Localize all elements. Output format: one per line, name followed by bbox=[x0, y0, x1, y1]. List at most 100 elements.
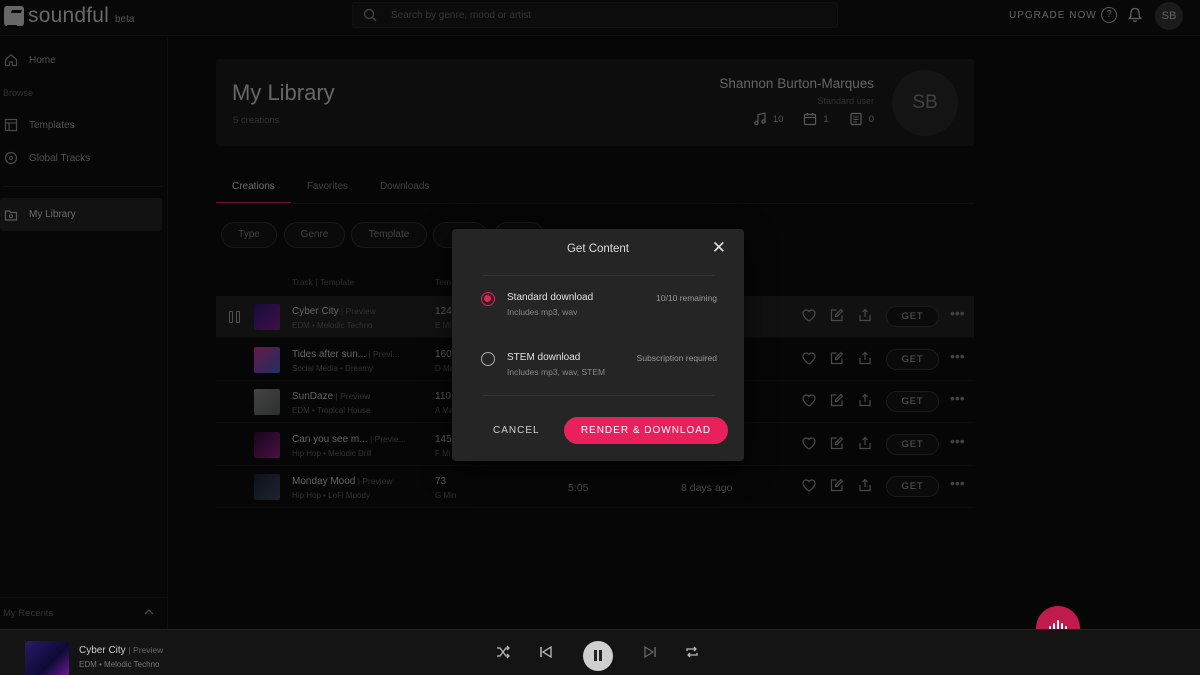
track-artwork bbox=[254, 389, 280, 415]
user-avatar[interactable]: SB bbox=[1155, 2, 1183, 30]
more-options-icon[interactable]: ••• bbox=[950, 434, 965, 448]
get-content-dialog: Get Content ✕ Standard download Includes… bbox=[452, 229, 744, 461]
more-options-icon[interactable]: ••• bbox=[950, 306, 965, 320]
track-meta: EDM • Melodic Techno bbox=[292, 321, 373, 330]
heart-icon[interactable] bbox=[802, 393, 816, 412]
radio-stem-download[interactable] bbox=[481, 352, 495, 366]
user-stats: 10 1 0 bbox=[753, 112, 874, 126]
track-key: A Ma bbox=[435, 406, 454, 415]
pause-icon[interactable] bbox=[229, 311, 240, 323]
get-button[interactable]: GET bbox=[886, 434, 939, 455]
library-icon bbox=[4, 209, 18, 221]
disc-icon bbox=[4, 151, 18, 165]
preview-label: Preview bbox=[345, 306, 376, 316]
track-title[interactable]: SunDaze | Preview bbox=[292, 391, 370, 402]
get-button[interactable]: GET bbox=[886, 349, 939, 370]
heart-icon[interactable] bbox=[802, 436, 816, 455]
option-title: Standard download bbox=[507, 292, 594, 303]
heart-icon[interactable] bbox=[802, 351, 816, 370]
sidebar: Home Browse Templates Global Tracks My L… bbox=[0, 37, 168, 629]
repeat-icon[interactable] bbox=[684, 644, 700, 660]
edit-icon[interactable] bbox=[830, 351, 844, 370]
track-key: F Mi bbox=[435, 449, 451, 458]
track-key: E Mi bbox=[435, 321, 451, 330]
get-button[interactable]: GET bbox=[886, 391, 939, 412]
library-tabs: Creations Favorites Downloads bbox=[216, 170, 445, 204]
row-actions bbox=[802, 351, 872, 370]
track-title[interactable]: Monday Mood | Preview bbox=[292, 476, 393, 487]
share-icon[interactable] bbox=[858, 478, 872, 497]
sidebar-item-label: Templates bbox=[29, 119, 75, 131]
filter-template[interactable]: Template bbox=[351, 222, 427, 248]
upgrade-now-link[interactable]: UPGRADE NOW bbox=[1009, 10, 1097, 21]
table-row[interactable]: Monday Mood | Preview Hip Hop • LoFi Mood… bbox=[216, 466, 974, 508]
share-icon[interactable] bbox=[858, 351, 872, 370]
logo[interactable]: soundful beta bbox=[4, 4, 134, 28]
tab-creations[interactable]: Creations bbox=[216, 170, 291, 204]
option-subtitle: Includes mp3, wav bbox=[507, 307, 578, 317]
edit-icon[interactable] bbox=[830, 393, 844, 412]
row-actions bbox=[802, 436, 872, 455]
track-tempo: 160 bbox=[435, 349, 452, 360]
track-meta: Hip Hop • LoFi Moody bbox=[292, 491, 370, 500]
cancel-button[interactable]: CANCEL bbox=[493, 425, 540, 436]
shuffle-icon[interactable] bbox=[495, 644, 511, 660]
heart-icon[interactable] bbox=[802, 308, 816, 327]
option-remaining: 10/10 remaining bbox=[656, 293, 717, 303]
track-name: SunDaze bbox=[292, 391, 334, 402]
track-title[interactable]: Cyber City | Preview bbox=[292, 306, 376, 317]
dialog-divider bbox=[483, 275, 715, 276]
radio-standard-download[interactable] bbox=[481, 292, 495, 306]
track-duration: 5:05 bbox=[568, 482, 589, 494]
edit-icon[interactable] bbox=[830, 308, 844, 327]
player-bar: Cyber City | Preview EDM • Melodic Techn… bbox=[0, 629, 1200, 675]
help-icon[interactable]: ? bbox=[1101, 7, 1117, 23]
skip-forward-icon[interactable] bbox=[642, 644, 658, 660]
soundful-logo-icon bbox=[4, 6, 24, 26]
templates-icon bbox=[4, 118, 18, 132]
edit-icon[interactable] bbox=[830, 478, 844, 497]
close-icon[interactable]: ✕ bbox=[712, 239, 726, 256]
stat-scheduled: 1 bbox=[803, 112, 829, 126]
pause-button[interactable] bbox=[583, 641, 613, 671]
sidebar-item-home[interactable]: Home bbox=[0, 50, 56, 70]
track-title[interactable]: Tides after sun... | Previ... bbox=[292, 349, 400, 360]
tab-favorites[interactable]: Favorites bbox=[291, 170, 364, 204]
option-subtitle: Includes mp3, wav, STEM bbox=[507, 367, 606, 377]
stat-tracks: 10 bbox=[753, 112, 783, 126]
sidebar-divider bbox=[3, 186, 163, 187]
preview-label: Preview bbox=[362, 476, 393, 486]
dialog-title: Get Content bbox=[566, 243, 629, 255]
tab-downloads[interactable]: Downloads bbox=[364, 170, 445, 204]
filter-type[interactable]: Type bbox=[221, 222, 277, 248]
more-options-icon[interactable]: ••• bbox=[950, 391, 965, 405]
get-button[interactable]: GET bbox=[886, 476, 939, 497]
preview-label: Previ... bbox=[373, 349, 400, 359]
edit-icon[interactable] bbox=[830, 436, 844, 455]
share-icon[interactable] bbox=[858, 308, 872, 327]
sidebar-item-my-library[interactable]: My Library bbox=[0, 198, 162, 231]
document-icon bbox=[850, 112, 862, 126]
heart-icon[interactable] bbox=[802, 478, 816, 497]
preview-label: Previe... bbox=[374, 434, 406, 444]
sidebar-item-label: Global Tracks bbox=[29, 152, 91, 164]
share-icon[interactable] bbox=[858, 436, 872, 455]
track-title[interactable]: Can you see m... | Previe... bbox=[292, 434, 406, 445]
search-bar[interactable] bbox=[352, 2, 838, 28]
my-recents-toggle[interactable]: My Recents bbox=[0, 597, 168, 629]
player-artwork bbox=[25, 641, 69, 675]
bell-icon[interactable] bbox=[1128, 7, 1142, 23]
sidebar-item-templates[interactable]: Templates bbox=[0, 115, 75, 135]
sidebar-item-global-tracks[interactable]: Global Tracks bbox=[0, 148, 90, 168]
render-download-button[interactable]: RENDER & DOWNLOAD bbox=[564, 417, 728, 444]
row-actions bbox=[802, 393, 872, 412]
user-name: Shannon Burton-Marques bbox=[719, 76, 874, 91]
more-options-icon[interactable]: ••• bbox=[950, 476, 965, 490]
track-artwork bbox=[254, 347, 280, 373]
search-input[interactable] bbox=[391, 9, 791, 21]
get-button[interactable]: GET bbox=[886, 306, 939, 327]
skip-back-icon[interactable] bbox=[538, 644, 554, 660]
filter-genre[interactable]: Genre bbox=[284, 222, 345, 248]
share-icon[interactable] bbox=[858, 393, 872, 412]
more-options-icon[interactable]: ••• bbox=[950, 349, 965, 363]
